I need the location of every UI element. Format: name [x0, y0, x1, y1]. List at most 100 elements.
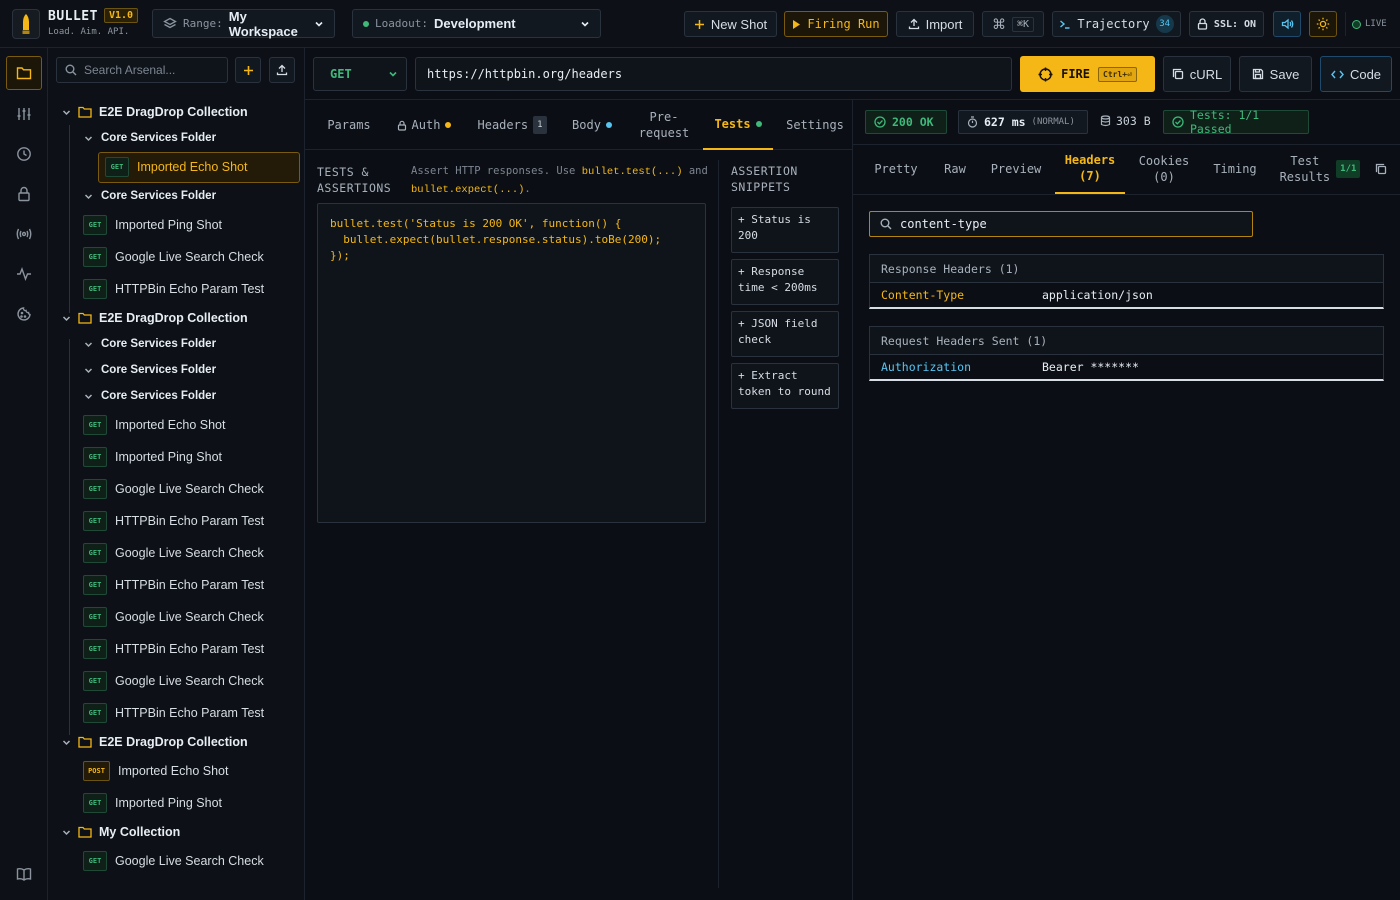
tree-request[interactable]: GET Google Live Search Check — [48, 601, 304, 633]
command-palette-button[interactable]: ⌘ ⌘K — [982, 11, 1044, 37]
trajectory-label: Trajectory — [1077, 17, 1150, 31]
loadout-select[interactable]: Loadout: Development — [352, 9, 601, 38]
hint-text-2: and — [682, 165, 708, 177]
tab-pretty[interactable]: Pretty — [869, 144, 923, 194]
header-filter-input[interactable] — [900, 217, 1240, 231]
tab-tests[interactable]: Tests — [703, 100, 773, 150]
tree-request[interactable]: GET Google Live Search Check — [48, 241, 304, 273]
tree-folder[interactable]: Core Services Folder — [48, 125, 304, 151]
export-button[interactable] — [269, 57, 295, 83]
save-button[interactable]: Save — [1239, 56, 1312, 92]
tab-headers[interactable]: Headers 1 — [473, 100, 551, 150]
header-value: Bearer ******* — [1042, 360, 1139, 374]
header-filter[interactable] — [869, 211, 1253, 237]
request-label: HTTPBin Echo Param Test — [115, 642, 265, 656]
tree-request[interactable]: GET HTTPBin Echo Param Test — [48, 505, 304, 537]
firing-run-button[interactable]: Firing Run — [784, 11, 888, 37]
tree-request[interactable]: GET Imported Ping Shot — [48, 209, 304, 241]
tree-request[interactable]: GET Imported Ping Shot — [48, 787, 304, 819]
tests-script-editor[interactable] — [317, 203, 706, 523]
rail-vault[interactable] — [6, 177, 42, 211]
ssl-toggle[interactable]: SSL: ON — [1189, 11, 1264, 37]
search-input[interactable] — [84, 63, 214, 77]
range-select[interactable]: Range: My Workspace — [152, 9, 335, 39]
play-icon — [792, 19, 801, 30]
tab-raw[interactable]: Raw — [937, 144, 973, 194]
snippet-response-time[interactable]: + Response time < 200ms — [731, 259, 839, 305]
tree-collection[interactable]: E2E DragDrop Collection — [48, 305, 304, 331]
live-dot-icon — [1352, 19, 1361, 29]
tab-auth[interactable]: Auth — [391, 100, 457, 150]
tab-copy[interactable] — [1375, 144, 1400, 194]
tree-collection[interactable]: My Collection — [48, 819, 304, 845]
tree-request[interactable]: GET Google Live Search Check — [48, 537, 304, 569]
test-results-badge: 1/1 — [1336, 160, 1361, 178]
curl-button[interactable]: cURL — [1163, 56, 1231, 92]
snippet-extract-token[interactable]: + Extract token to round — [731, 363, 839, 409]
chevron-down-icon — [62, 108, 71, 117]
snippet-json-field[interactable]: + JSON field check — [731, 311, 839, 357]
tree-request[interactable]: GET Imported Echo Shot — [48, 409, 304, 441]
tab-cookies[interactable]: Cookies (0) — [1133, 144, 1195, 194]
response-headers-title: Response Headers (1) — [870, 255, 1383, 283]
tree-folder[interactable]: Core Services Folder — [48, 183, 304, 209]
rail-docs[interactable] — [6, 857, 42, 891]
trajectory-button[interactable]: Trajectory 34 — [1052, 11, 1181, 37]
request-label: Imported Ping Shot — [115, 218, 223, 232]
tree-request[interactable]: POST Imported Echo Shot — [48, 755, 304, 787]
rail-collections[interactable] — [6, 56, 42, 90]
fire-button[interactable]: FIRE Ctrl+⏎ — [1020, 56, 1155, 92]
tab-prerequest[interactable]: Pre- request — [633, 100, 695, 150]
tab-timing[interactable]: Timing — [1205, 144, 1265, 194]
rail-broadcast[interactable] — [6, 217, 42, 251]
tree-request[interactable]: GET Google Live Search Check — [48, 473, 304, 505]
code-label: Code — [1349, 66, 1382, 82]
upload-icon — [276, 64, 288, 76]
rail-monitor[interactable] — [6, 257, 42, 291]
top-bar: BULLET V1.0 Load. Aim. API. Range: My Wo… — [0, 0, 1400, 48]
rail-history[interactable] — [6, 137, 42, 171]
ssl-label: SSL: ON — [1213, 18, 1257, 30]
tree-request[interactable]: GET Imported Ping Shot — [48, 441, 304, 473]
tree-guide-line — [69, 339, 70, 735]
tree-collection[interactable]: E2E DragDrop Collection — [48, 99, 304, 125]
header-key: Authorization — [881, 360, 972, 374]
tab-body[interactable]: Body — [567, 100, 617, 150]
tab-body-label: Body — [572, 118, 601, 132]
method-select[interactable]: GET — [313, 57, 407, 91]
method-badge: GET — [83, 851, 107, 871]
tree-folder[interactable]: Core Services Folder — [48, 357, 304, 383]
tree-request[interactable]: GET Imported Echo Shot — [48, 151, 304, 183]
tree-request[interactable]: GET HTTPBin Echo Param Test — [48, 569, 304, 601]
theme-toggle[interactable] — [1309, 11, 1337, 37]
rail-cookies[interactable] — [6, 297, 42, 331]
tab-prerequest-label-1: Pre- — [649, 110, 679, 124]
tree-request[interactable]: GET HTTPBin Echo Param Test — [48, 633, 304, 665]
tree-request[interactable]: GET Google Live Search Check — [48, 845, 304, 877]
snippets-title-line-2: SNIPPETS — [731, 180, 791, 194]
tab-headers[interactable]: Headers (7) — [1055, 144, 1125, 194]
request-label: Google Live Search Check — [115, 546, 264, 560]
new-shot-button[interactable]: New Shot — [684, 11, 777, 37]
sound-toggle[interactable] — [1273, 11, 1301, 37]
auth-dot-icon — [445, 122, 452, 128]
tab-preview[interactable]: Preview — [985, 144, 1047, 194]
import-button[interactable]: Import — [896, 11, 974, 37]
folder-label: Core Services Folder — [101, 132, 217, 144]
code-button[interactable]: Code — [1320, 56, 1392, 92]
tree-request[interactable]: GET HTTPBin Echo Param Test — [48, 273, 304, 305]
tab-test-results[interactable]: Test Results 1/1 — [1275, 144, 1365, 194]
tab-settings[interactable]: Settings — [785, 100, 845, 150]
tree-folder[interactable]: Core Services Folder — [48, 331, 304, 357]
tab-params[interactable]: Params — [321, 100, 377, 150]
add-collection-button[interactable] — [235, 57, 261, 83]
tree-collection[interactable]: E2E DragDrop Collection — [48, 729, 304, 755]
tab-cookies-count: (0) — [1153, 170, 1175, 184]
tree-request[interactable]: GET Google Live Search Check — [48, 665, 304, 697]
tree-folder[interactable]: Core Services Folder — [48, 383, 304, 409]
sidebar-search[interactable] — [56, 57, 228, 83]
tree-request[interactable]: GET HTTPBin Echo Param Test — [48, 697, 304, 729]
rail-environments[interactable] — [6, 97, 42, 131]
url-input[interactable] — [415, 57, 1012, 91]
snippet-status-200[interactable]: + Status is 200 — [731, 207, 839, 253]
